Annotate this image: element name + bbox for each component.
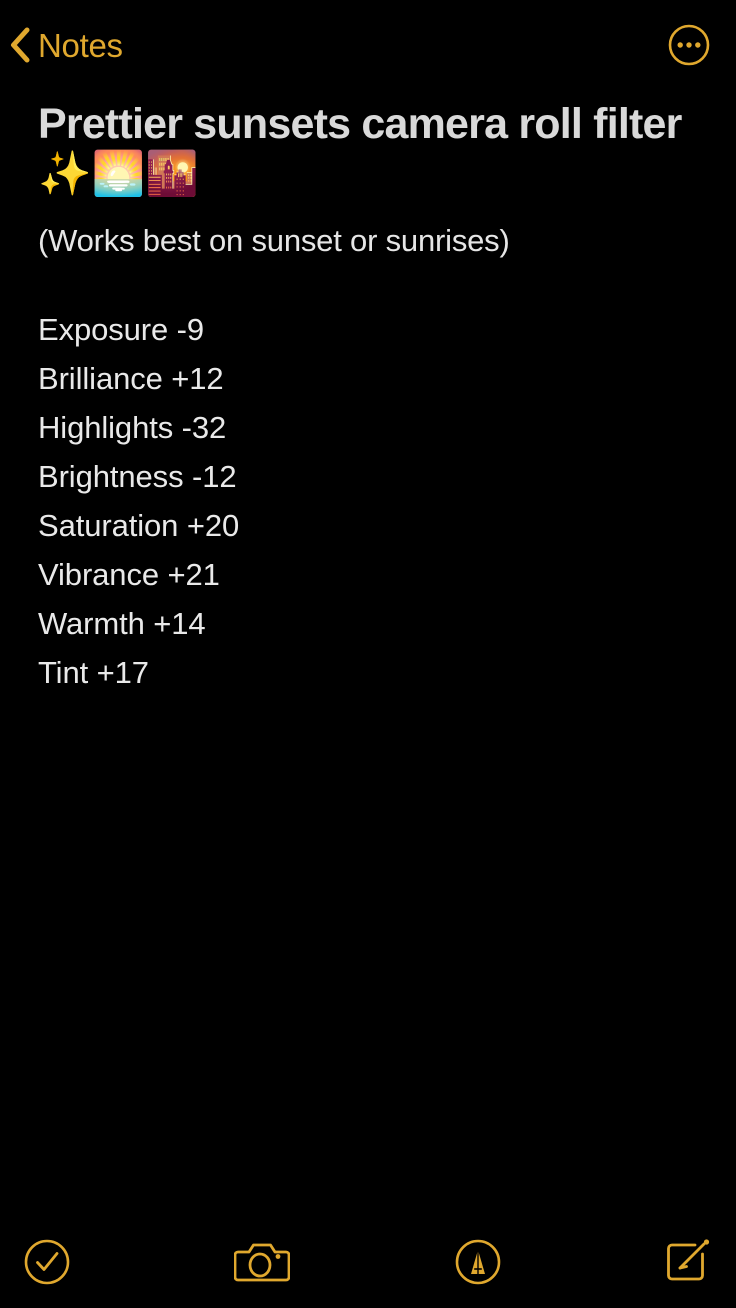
note-body[interactable]: Prettier sunsets camera roll filter ✨🌅🌇 … [38,100,710,697]
sunset-over-buildings-emoji: 🌇 [145,148,199,199]
list-item: Vibrance +21 [38,556,220,592]
list-item: Highlights -32 [38,409,227,445]
list-item: Saturation +20 [38,507,240,543]
camera-icon [233,1238,291,1291]
list-item: Warmth +14 [38,605,206,641]
markup-pen-circle-icon [452,1236,504,1293]
sparkles-emoji: ✨ [38,148,92,199]
ellipsis-circle-icon [668,24,710,70]
chevron-left-icon [8,26,32,64]
back-button-label: Notes [38,26,123,64]
markup-button[interactable] [448,1234,508,1294]
compose-icon [662,1236,714,1293]
checklist-button[interactable] [17,1234,77,1294]
navigation-bar: Notes [0,0,736,90]
sunrise-emoji: 🌅 [91,148,146,199]
list-item: Exposure -9 [38,311,205,347]
checklist-circle-icon [22,1237,72,1292]
bottom-toolbar [0,1220,736,1308]
compose-button[interactable] [658,1234,718,1294]
back-button[interactable]: Notes [8,22,123,68]
note-title: Prettier sunsets camera roll filter ✨🌅🌇 [38,100,694,200]
list-item: Brightness -12 [38,458,237,494]
note-subtitle: (Works best on sunset or sunrises) [38,222,510,258]
filter-settings-list: Exposure -9 Brilliance +12 Highlights -3… [38,305,710,697]
camera-button[interactable] [232,1234,292,1294]
list-item: Tint +17 [38,654,149,690]
note-title-text: Prettier sunsets camera roll filter [38,100,682,148]
more-options-button[interactable] [668,24,710,66]
list-item: Brilliance +12 [38,360,224,396]
